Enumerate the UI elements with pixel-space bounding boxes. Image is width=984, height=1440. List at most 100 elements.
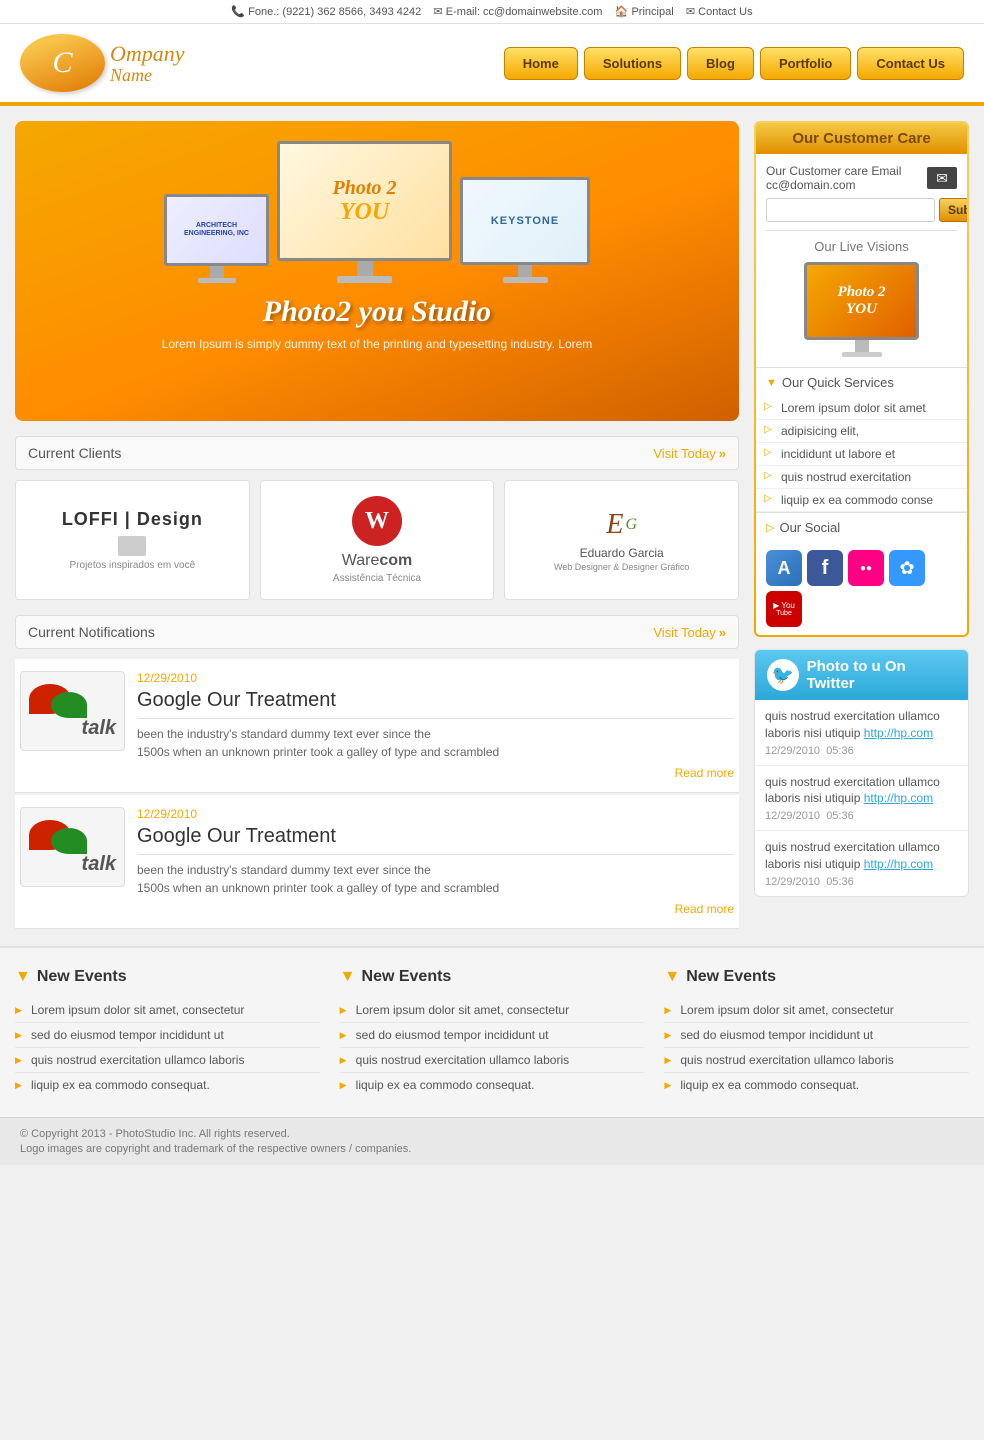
tweet-3: quis nostrud exercitation ullamco labori…: [755, 831, 968, 896]
tweet-date-1: 12/29/2010 05:36: [765, 745, 958, 757]
footer-col-1-title: ▼ New Events: [15, 968, 320, 986]
tweet-date-3: 12/29/2010 05:36: [765, 876, 958, 888]
eg-logo: EG: [606, 509, 637, 541]
footer-list-item: ▶Lorem ipsum dolor sit amet, consectetur: [664, 998, 969, 1023]
tweet-date-2: 12/29/2010 05:36: [765, 810, 958, 822]
phone-icon: 📞: [231, 6, 245, 18]
notif-title: Current Notifications: [28, 624, 155, 640]
client-card-eg: EG Eduardo Garcia Web Designer & Designe…: [504, 480, 739, 600]
nav-home[interactable]: Home: [504, 47, 578, 80]
customer-care-header: Our Customer Care: [756, 123, 967, 154]
monitor-right: KEYSTONE: [460, 177, 590, 283]
logo-oval: C: [20, 34, 105, 92]
sidebar: Our Customer Care Our Customer care Emai…: [754, 121, 969, 931]
logo-line1: Ompany: [110, 42, 185, 66]
logo-icon-text: C: [52, 48, 72, 78]
footer-list-item: ▶quis nostrud exercitation ullamco labor…: [664, 1048, 969, 1073]
footer-list-item: ▶quis nostrud exercitation ullamco labor…: [340, 1048, 645, 1073]
divider: [766, 230, 957, 231]
bottom-footer: © Copyright 2013 - PhotoStudio Inc. All …: [0, 1117, 984, 1165]
notif-item-1: talk 12/29/2010 Google Our Treatment bee…: [15, 659, 739, 793]
tweet-link-1[interactable]: http://hp.com: [864, 726, 933, 740]
subscribe-row: Subscribe: [766, 198, 957, 222]
subscribe-button[interactable]: Subscribe: [939, 198, 967, 222]
service-item-4: ▷ quis nostrud exercitation: [756, 466, 967, 489]
delicious-icon[interactable]: ✿: [889, 550, 925, 586]
nav-contact[interactable]: Contact Us: [857, 47, 964, 80]
notif-visit-label: Visit Today: [653, 625, 715, 640]
main-nav: Home Solutions Blog Portfolio Contact Us: [240, 47, 964, 80]
footer-list-item: ▶sed do eiusmod tempor incididunt ut: [340, 1023, 645, 1048]
live-vision-display: Photo 2YOU: [766, 262, 957, 357]
nav-portfolio[interactable]: Portfolio: [760, 47, 851, 80]
footer-list-item: ▶quis nostrud exercitation ullamco labor…: [15, 1048, 320, 1073]
contact-icon: ✉: [686, 6, 695, 18]
eg-name: Eduardo Garcia: [580, 546, 664, 560]
email-icon: ✉: [434, 6, 443, 18]
app-icon[interactable]: A: [766, 550, 802, 586]
footer-list-item: ▶sed do eiusmod tempor incididunt ut: [664, 1023, 969, 1048]
social-icons-row: A f ●● ✿ ▶ You Tube: [756, 542, 967, 635]
hero-monitors: ARCHITECHENGINEERING, INC Photo 2YOU: [35, 141, 719, 283]
client-card-warecom: W Warecom Assistência Técnica: [260, 480, 495, 600]
footer-list-item: ▶sed do eiusmod tempor incididunt ut: [15, 1023, 320, 1048]
loffi-sub: Projetos inspirados em você: [70, 560, 196, 571]
tweet-text-1: quis nostrud exercitation ullamco labori…: [765, 708, 958, 742]
notif-text-2: been the industry's standard dummy text …: [137, 861, 734, 897]
footer-col-2-title: ▼ New Events: [340, 968, 645, 986]
nav-solutions[interactable]: Solutions: [584, 47, 681, 80]
hero-banner: ARCHITECHENGINEERING, INC Photo 2YOU: [15, 121, 739, 421]
live-vision-text: Photo 2YOU: [838, 284, 886, 318]
logo-line2: Name: [110, 66, 185, 84]
content-area: ARCHITECHENGINEERING, INC Photo 2YOU: [15, 121, 739, 931]
footer-list-3: ▶Lorem ipsum dolor sit amet, consectetur…: [664, 998, 969, 1097]
care-email: cc@domain.com: [766, 178, 901, 192]
hero-subtitle: Lorem Ipsum is simply dummy text of the …: [35, 337, 719, 351]
clients-grid: LOFFI | Design Projetos inspirados em vo…: [15, 480, 739, 600]
notifications-section-bar: Current Notifications Visit Today »: [15, 615, 739, 649]
social-chevron: ▷: [766, 521, 774, 534]
tweet-link-3[interactable]: http://hp.com: [864, 857, 933, 871]
customer-care-inner: Our Customer Care Our Customer care Emai…: [756, 123, 967, 635]
principal-text: Principal: [631, 6, 673, 18]
footer-columns: ▼ New Events ▶Lorem ipsum dolor sit amet…: [0, 946, 984, 1117]
nav-blog[interactable]: Blog: [687, 47, 754, 80]
tweet-2: quis nostrud exercitation ullamco labori…: [755, 766, 968, 832]
tweet-1: quis nostrud exercitation ullamco labori…: [755, 700, 968, 766]
principal-icon: 🏠: [615, 6, 629, 18]
footer-col-3-title: ▼ New Events: [664, 968, 969, 986]
flickr-icon[interactable]: ●●: [848, 550, 884, 586]
twitter-box: 🐦 Photo to u On Twitter quis nostrud exe…: [754, 649, 969, 897]
warecom-sub: Assistência Técnica: [333, 573, 421, 584]
notif-read-more-2[interactable]: Read more: [675, 902, 734, 916]
footer-list-item: ▶liquip ex ea commodo consequat.: [340, 1073, 645, 1097]
social-header: ▷ Our Social: [756, 512, 967, 542]
subscribe-input[interactable]: [766, 198, 935, 222]
clients-title: Current Clients: [28, 445, 121, 461]
monitor-left-logo: ARCHITECHENGINEERING, INC: [184, 222, 249, 239]
social-title: Our Social: [779, 520, 840, 535]
tweet-text-3: quis nostrud exercitation ullamco labori…: [765, 839, 958, 873]
clients-visit-link[interactable]: Visit Today »: [653, 446, 726, 461]
youtube-icon[interactable]: ▶ You Tube: [766, 591, 802, 627]
tweet-link-2[interactable]: http://hp.com: [864, 791, 933, 805]
facebook-icon[interactable]: f: [807, 550, 843, 586]
notif-arrow: »: [719, 625, 726, 640]
live-vision-screen: Photo 2YOU: [804, 262, 919, 340]
live-visions-title: Our Live Visions: [766, 239, 957, 254]
quick-services-header[interactable]: ▼ Our Quick Services: [756, 367, 967, 397]
notif-date-2: 12/29/2010: [137, 807, 734, 821]
notif-visit-link[interactable]: Visit Today »: [653, 625, 726, 640]
clients-section-bar: Current Clients Visit Today »: [15, 436, 739, 470]
footer-copyright: © Copyright 2013 - PhotoStudio Inc. All …: [20, 1128, 964, 1140]
footer-list-item: ▶liquip ex ea commodo consequat.: [664, 1073, 969, 1097]
top-bar: 📞 Fone.: (9221) 362 8566, 3493 4242 ✉ E-…: [0, 0, 984, 24]
tweet-text-2: quis nostrud exercitation ullamco labori…: [765, 774, 958, 808]
clients-visit-label: Visit Today: [653, 446, 715, 461]
notif-item-2: talk 12/29/2010 Google Our Treatment bee…: [15, 795, 739, 929]
notif-read-more-1[interactable]: Read more: [675, 766, 734, 780]
footer-col-1: ▼ New Events ▶Lorem ipsum dolor sit amet…: [15, 968, 320, 1097]
notif-img-2: talk: [20, 807, 125, 887]
footer-list-item: ▶Lorem ipsum dolor sit amet, consectetur: [340, 998, 645, 1023]
notif-date-1: 12/29/2010: [137, 671, 734, 685]
